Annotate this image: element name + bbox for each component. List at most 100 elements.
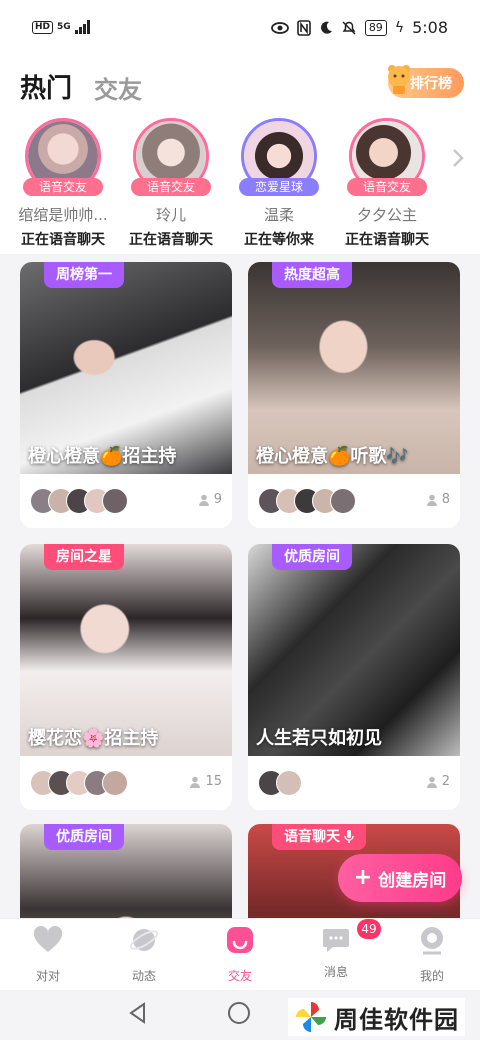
hd-indicator: HD <box>32 20 54 34</box>
story-badge: 语音交友 <box>23 178 103 196</box>
room-tag: 热度超高 <box>272 262 352 288</box>
member-avatars <box>258 488 356 514</box>
room-card[interactable]: 优质房间 <box>20 824 232 918</box>
member-count-value: 8 <box>441 492 450 507</box>
network-type: 5G <box>57 22 71 32</box>
member-count: 9 <box>198 492 222 507</box>
room-tag: 房间之星 <box>44 544 124 570</box>
create-room-button[interactable]: + 创建房间 <box>338 854 462 902</box>
story-status: 正在语音聊天 <box>345 232 429 248</box>
story-status: 正在语音聊天 <box>129 232 213 248</box>
room-title: 人生若只如初见 <box>256 728 382 749</box>
unread-badge: 49 <box>357 919 381 939</box>
leaderboard-label: 排行榜 <box>410 76 452 92</box>
room-card[interactable]: 房间之星 樱花恋🌸招主持 15 <box>20 544 232 810</box>
story-name: 温柔 <box>263 206 294 224</box>
back-icon[interactable] <box>128 1002 148 1024</box>
status-right: 89 ϟ 5:08 <box>270 18 448 37</box>
room-tag: 周榜第一 <box>44 262 124 288</box>
planet-icon <box>129 929 159 951</box>
room-card[interactable]: 热度超高 橙心橙意🍊听歌🎶 8 <box>248 262 460 528</box>
room-tag: 语音聊天 <box>272 824 366 850</box>
room-card[interactable]: 优质房间 人生若只如初见 2 <box>248 544 460 810</box>
live-story-row: 语音交友 绾绾是帅帅... 正在语音聊天 语音交友 玲儿 正在语音聊天 恋爱星球… <box>0 114 480 254</box>
member-avatars <box>30 770 128 796</box>
room-tag: 优质房间 <box>44 824 124 850</box>
member-count: 15 <box>189 774 222 789</box>
person-icon <box>426 494 437 506</box>
story-item[interactable]: 语音交友 夕夕公主 正在语音聊天 <box>332 118 442 249</box>
story-status: 正在等你来 <box>244 232 314 248</box>
nav-label: 对对 <box>35 969 60 983</box>
nav-item-dongtai[interactable]: 动态 <box>96 925 192 984</box>
profile-icon <box>421 927 443 955</box>
signal-icon <box>74 20 90 34</box>
story-name: 夕夕公主 <box>356 206 417 224</box>
nav-label: 交友 <box>227 969 252 983</box>
battery-indicator: 89 <box>364 19 387 36</box>
watermark-text: 周佳软件园 <box>334 1005 459 1034</box>
room-footer: 2 <box>248 756 460 810</box>
watermark: 周佳软件园 <box>288 998 465 1036</box>
nav-item-wode[interactable]: 我的 <box>384 925 480 984</box>
top-header: 热门 交友 排行榜 <box>0 56 480 114</box>
home-button[interactable] <box>228 1002 250 1024</box>
tab-friend[interactable]: 交友 <box>94 70 142 105</box>
nfc-icon <box>297 19 311 36</box>
moon-icon <box>320 21 332 34</box>
room-footer: 9 <box>20 474 232 528</box>
story-badge: 语音交友 <box>347 178 427 196</box>
room-title: 橙心橙意🍊听歌🎶 <box>256 446 409 467</box>
member-count-value: 15 <box>205 774 222 789</box>
person-icon <box>426 776 437 788</box>
create-room-label: 创建房间 <box>378 870 447 891</box>
mute-icon <box>342 20 356 35</box>
member-count: 8 <box>426 492 450 507</box>
leaderboard-button[interactable]: 排行榜 <box>388 65 464 98</box>
story-name: 玲儿 <box>155 206 186 224</box>
nav-item-jiaoyou[interactable]: 交友 <box>192 925 288 984</box>
nav-label: 消息 <box>323 965 348 979</box>
charging-icon: ϟ <box>394 19 405 36</box>
person-icon <box>198 494 209 506</box>
member-avatars <box>30 488 128 514</box>
story-status: 正在语音聊天 <box>21 232 105 248</box>
member-count-value: 2 <box>441 774 450 789</box>
room-card[interactable]: 周榜第一 橙心橙意🍊招主持 9 <box>20 262 232 528</box>
trophy-bear-icon <box>388 65 410 94</box>
heart-icon <box>33 925 63 952</box>
chat-icon-wrap: 49 <box>321 919 381 955</box>
story-item[interactable]: 恋爱星球 温柔 正在等你来 <box>224 118 334 249</box>
microphone-icon <box>344 830 354 843</box>
room-title: 橙心橙意🍊招主持 <box>28 446 177 467</box>
nav-label: 动态 <box>131 969 156 983</box>
story-name: 绾绾是帅帅... <box>18 206 108 224</box>
nav-item-duidui[interactable]: 对对 <box>0 925 96 984</box>
room-footer: 8 <box>248 474 460 528</box>
nav-label: 我的 <box>419 969 444 983</box>
room-title: 樱花恋🌸招主持 <box>28 728 159 749</box>
plus-icon: + <box>353 865 373 890</box>
room-feed: 周榜第一 橙心橙意🍊招主持 9 热度超高 橙心橙意🍊听歌🎶 8 房间之星 樱花恋… <box>0 254 480 918</box>
tab-hot[interactable]: 热门 <box>20 68 72 105</box>
chevron-right-icon[interactable] <box>448 146 468 170</box>
story-item[interactable]: 语音交友 玲儿 正在语音聊天 <box>116 118 226 249</box>
person-icon <box>190 776 201 788</box>
pinwheel-logo-icon <box>296 1002 326 1032</box>
room-tag-label: 语音聊天 <box>284 829 340 845</box>
status-bar: HD 5G 89 ϟ 5:08 <box>0 0 480 56</box>
member-count-value: 9 <box>213 492 222 507</box>
clock: 5:08 <box>412 18 448 37</box>
member-count: 2 <box>426 774 450 789</box>
bottom-navigation: 对对 动态 交友 49 消息 我的 <box>0 918 480 990</box>
nav-item-xiaoxi[interactable]: 49 消息 <box>288 919 384 980</box>
room-footer: 15 <box>20 756 232 810</box>
story-badge: 恋爱星球 <box>239 178 319 196</box>
eye-icon <box>270 21 289 34</box>
status-left: HD 5G <box>32 20 90 34</box>
member-avatars <box>258 770 302 796</box>
story-item[interactable]: 语音交友 绾绾是帅帅... 正在语音聊天 <box>8 118 118 249</box>
room-tag: 优质房间 <box>272 544 352 570</box>
smile-icon <box>227 927 253 953</box>
chat-icon <box>323 929 349 952</box>
